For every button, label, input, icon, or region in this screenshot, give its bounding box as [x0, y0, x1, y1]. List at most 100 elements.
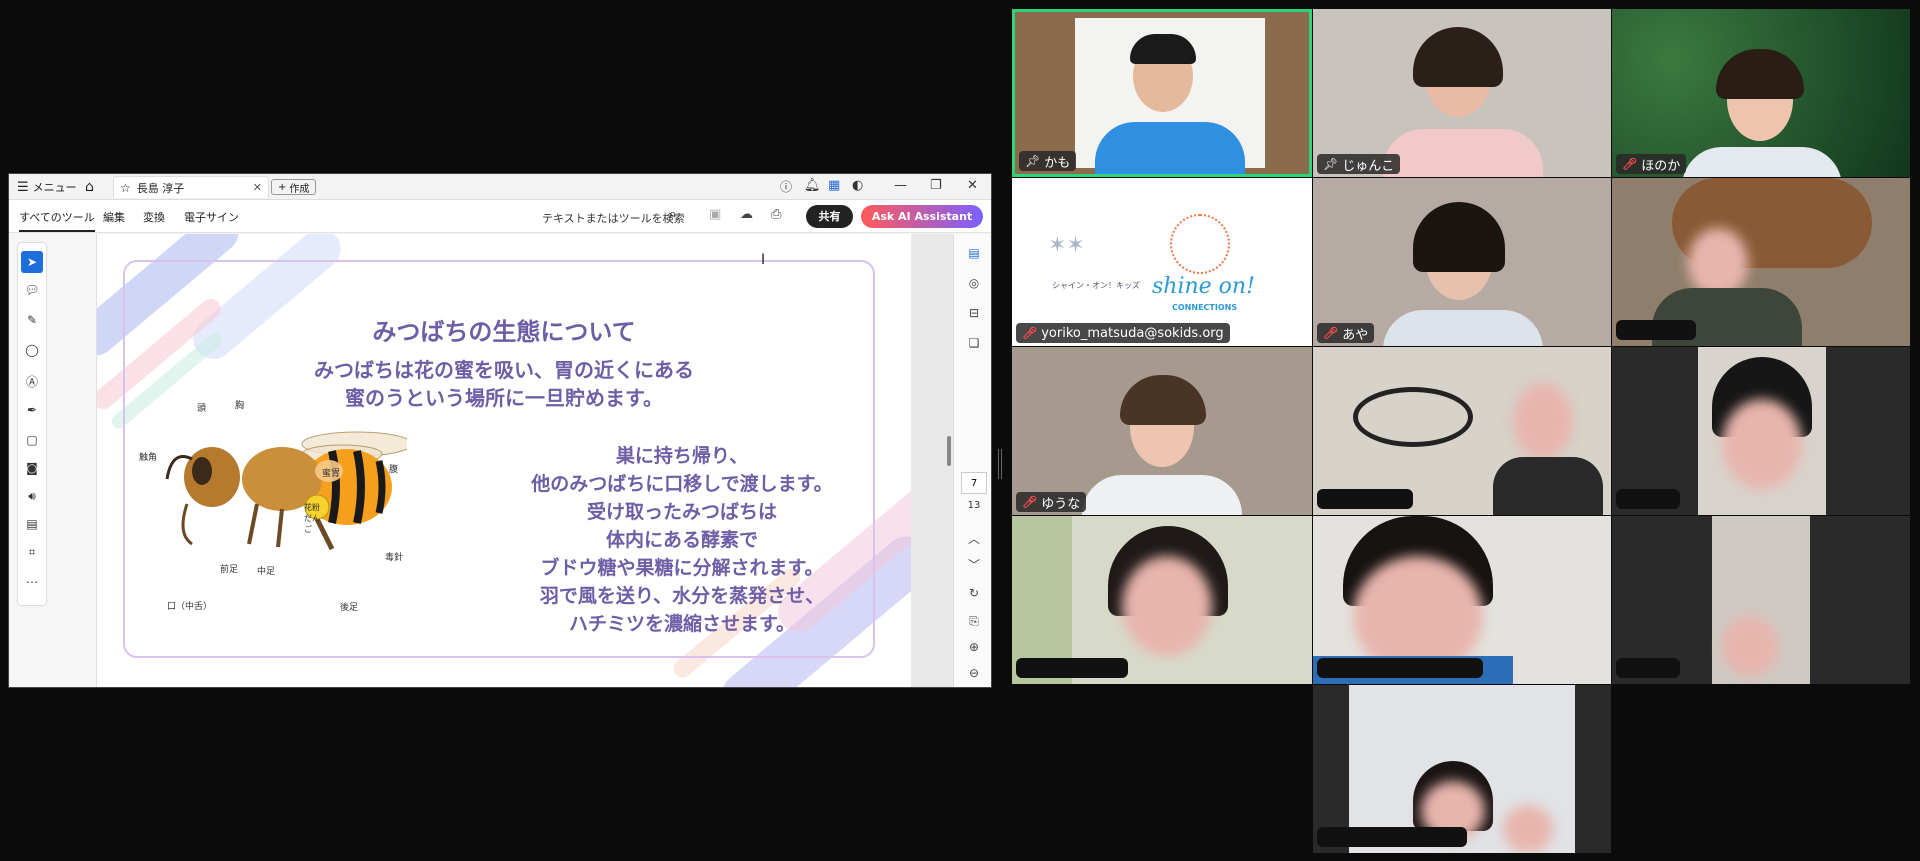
share-button[interactable]: 共有 — [806, 205, 853, 228]
close-tab-icon[interactable]: ✕ — [253, 181, 262, 194]
slide-intro-line-1: みつばちは花の蜜を吸い、胃の近くにある — [314, 358, 694, 382]
blurred-face — [1513, 383, 1573, 459]
print-icon[interactable]: ⎙ — [771, 207, 781, 222]
search-icon[interactable]: ⌕ — [669, 207, 676, 222]
upload-cloud-icon[interactable]: ☁ — [740, 207, 753, 222]
save-icon[interactable]: ▣ — [709, 207, 721, 222]
lasso-icon[interactable]: ◯ — [18, 343, 46, 357]
fill-sign-icon[interactable]: ✒ — [18, 403, 46, 417]
home-icon[interactable]: ⌂ — [85, 178, 94, 196]
video-tile-child-3[interactable] — [1612, 347, 1910, 515]
blurred-face — [1722, 616, 1778, 676]
audio-icon[interactable]: 🔊︎ — [18, 489, 46, 504]
right-tool-panel: ▤ ◎ ⊟ ❏ 7 13 ︿ ﹀ ↻ ⎘ ⊕ ⊖ — [953, 234, 991, 687]
tab-esign[interactable]: 電子サイン — [184, 209, 239, 225]
help-icon[interactable]: ⓘ — [780, 178, 792, 195]
hair — [1130, 34, 1196, 64]
page-down-icon[interactable]: ﹀ — [954, 556, 991, 573]
video-tile-child-5[interactable] — [1313, 516, 1611, 684]
bee-label-midleg: 中足 — [257, 567, 276, 577]
text-box-icon[interactable]: Ⓐ — [18, 373, 46, 390]
crop-icon[interactable]: ⌗ — [18, 545, 46, 560]
split-divider-handle[interactable] — [998, 449, 1002, 479]
ocr-icon[interactable]: ◙ — [18, 461, 46, 475]
video-tile-child-6[interactable] — [1612, 516, 1910, 684]
comment-icon[interactable]: 💬︎ — [18, 283, 46, 297]
menu-label: メニュー — [32, 181, 77, 194]
censored-name-tag — [1016, 658, 1128, 678]
video-tile-yoriko[interactable]: ✶✶ シャイン・オン！キッズ shine on! CONNECTIONS 🎤︎ y… — [1012, 178, 1312, 346]
mic-muted-icon: 🎤︎ — [1323, 326, 1339, 340]
hair — [1120, 375, 1206, 425]
participant-name-tag: 🎤︎ あや — [1317, 323, 1375, 343]
mic-muted-icon: 🎤︎ — [1022, 326, 1038, 340]
create-button[interactable]: + 作成 — [271, 179, 317, 195]
organize-icon[interactable]: ▢ — [18, 433, 46, 447]
menu-button[interactable]: ☰ メニュー — [17, 178, 77, 196]
rotate-icon[interactable]: ↻ — [954, 586, 991, 600]
pen-icon[interactable]: ✎ — [18, 313, 46, 327]
video-tile-junko[interactable]: 📌︎ じゅんこ — [1313, 9, 1611, 177]
shirt — [1493, 457, 1603, 515]
ai-summary-icon[interactable]: ▤ — [954, 246, 991, 260]
shirt — [1095, 122, 1245, 174]
shirt — [1682, 147, 1842, 177]
bee-label-stinger: 毒針 — [385, 553, 404, 563]
participant-name-tag: 🎤︎ ゆうな — [1016, 492, 1087, 512]
bee-label-honey-sac: 蜜胃 — [322, 469, 341, 479]
restore-button[interactable]: ❐ — [930, 178, 942, 193]
video-tile-child-bike[interactable] — [1313, 347, 1611, 515]
scrollbar-thumb[interactable] — [947, 436, 951, 466]
bell-icon[interactable]: 🔔︎ — [804, 178, 821, 193]
tab-all-tools[interactable]: すべてのツール — [19, 209, 95, 232]
tool-bar: すべてのツール 編集 変換 電子サイン テキストまたはツールを検索 ⌕ ▣ ☁ … — [9, 200, 991, 233]
search-input[interactable]: テキストまたはツールを検索 — [542, 210, 685, 226]
more-icon[interactable]: ⋯ — [18, 575, 46, 589]
apps-grid-icon[interactable]: ▦ — [828, 178, 840, 193]
video-tile-honoka[interactable]: 🎤︎ ほのか — [1612, 9, 1910, 177]
pages-icon[interactable]: ❏ — [954, 336, 991, 350]
video-tile-yuuna[interactable]: 🎤︎ ゆうな — [1012, 347, 1312, 515]
account-icon[interactable]: ◐ — [852, 178, 863, 193]
bookmark-icon[interactable]: ⊟ — [954, 306, 991, 320]
bee-label-head: 頭 — [197, 404, 207, 414]
close-window-button[interactable]: ✕ — [967, 178, 978, 193]
slide-title: みつばちの生態について — [372, 318, 636, 346]
star-icon[interactable]: ☆ — [120, 181, 131, 195]
minimize-button[interactable]: — — [894, 178, 907, 193]
select-tool-icon[interactable]: ➤ — [21, 251, 43, 273]
participant-name-tag: 📌︎ じゅんこ — [1317, 154, 1401, 174]
paragraph-line: 羽で風を送り、水分を蒸発させ、 — [539, 585, 825, 607]
paragraph-line: 受け取ったみつばちは — [586, 501, 777, 523]
participant-name-tag: 🎤︎ yoriko_matsuda@sokids.org — [1016, 323, 1230, 343]
video-icon[interactable]: ▤ — [18, 517, 46, 531]
video-tile-child-dog[interactable] — [1612, 178, 1910, 346]
ask-ai-assistant-button[interactable]: Ask AI Assistant — [861, 205, 983, 228]
star-logo-icon: ✶✶ — [1048, 233, 1085, 258]
title-bar: ☰ メニュー ⌂ ☆ 長島 淳子 ✕ + 作成 ⓘ 🔔︎ ▦ ◐ — ❐ ✕ — [9, 174, 991, 200]
page-up-icon[interactable]: ︿ — [954, 530, 991, 547]
bee-label-hindleg: 後足 — [340, 603, 359, 613]
video-tile-kamo[interactable]: 📌︎ かも — [1012, 9, 1312, 177]
comments-panel-icon[interactable]: ◎ — [954, 276, 991, 290]
video-tile-aya[interactable]: 🎤︎ あや — [1313, 178, 1611, 346]
blurred-face — [1122, 556, 1212, 656]
page-number-input[interactable]: 7 — [961, 472, 987, 494]
video-tile-child-7[interactable] — [1313, 685, 1611, 853]
tab-edit[interactable]: 編集 — [103, 209, 125, 225]
shirt — [1383, 129, 1543, 177]
paragraph-line: 体内にある酵素で — [605, 529, 758, 551]
export-icon[interactable]: ⎘ — [954, 614, 991, 629]
censored-name-tag — [1616, 489, 1680, 509]
participant-name-tag: 🎤︎ ほのか — [1616, 154, 1687, 174]
pdf-viewer-window: ☰ メニュー ⌂ ☆ 長島 淳子 ✕ + 作成 ⓘ 🔔︎ ▦ ◐ — ❐ ✕ す… — [8, 173, 992, 688]
video-tile-child-4[interactable] — [1012, 516, 1312, 684]
zoom-out-icon[interactable]: ⊖ — [954, 666, 991, 680]
pin-icon: 📌︎ — [1323, 157, 1339, 171]
zoom-in-icon[interactable]: ⊕ — [954, 640, 991, 654]
censored-name-tag — [1616, 320, 1696, 340]
tab-convert[interactable]: 変換 — [143, 209, 165, 225]
document-tab[interactable]: ☆ 長島 淳子 ✕ — [113, 176, 269, 198]
bee-label-foreleg: 前足 — [220, 565, 239, 575]
bee-label-pollen: 花粉だんご — [304, 503, 320, 534]
